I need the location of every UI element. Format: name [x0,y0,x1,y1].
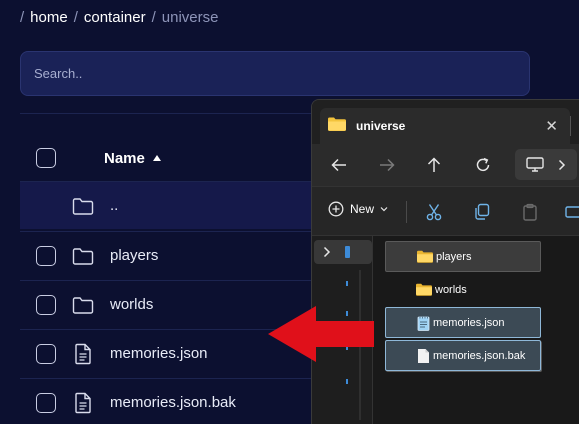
sort-ascending-icon [152,155,161,161]
red-arrow-left-icon [268,306,374,362]
breadcrumb: / home / container / universe [20,7,218,27]
explorer-tab-title: universe [356,119,406,133]
blank-file-icon [417,348,430,364]
explorer-item-worlds[interactable]: worlds [385,274,541,305]
chevron-right-icon[interactable] [558,159,566,171]
row-checkbox[interactable] [36,392,56,413]
explorer-tab-bar: universe ✕ [312,100,579,144]
folder-icon [328,117,346,136]
search-input[interactable] [34,66,529,81]
up-arrow-icon[interactable] [421,152,447,178]
folder-icon [72,245,94,267]
file-name[interactable]: memories.json.bak [110,394,236,411]
folder-icon [416,283,432,296]
cut-icon[interactable] [424,202,444,222]
explorer-item-label: players [436,250,472,263]
chevron-right-icon[interactable] [323,246,331,258]
new-label: New [350,202,375,216]
location-button[interactable] [515,149,577,180]
copy-icon[interactable] [472,202,492,222]
close-icon[interactable]: ✕ [545,117,558,135]
folder-icon [72,294,94,316]
breadcrumb-separator: / [151,8,156,26]
explorer-item-label: memories.json [433,316,505,329]
drive-icon [345,246,350,258]
breadcrumb-home[interactable]: home [30,9,68,26]
select-all-checkbox[interactable] [36,148,56,168]
forward-arrow-icon[interactable] [374,152,400,178]
explorer-tab[interactable]: universe ✕ [320,108,570,144]
paste-icon[interactable] [520,202,540,222]
file-name[interactable]: players [110,247,158,264]
folder-icon [417,250,433,263]
name-column-header[interactable]: Name [104,150,161,167]
new-button[interactable]: New [328,201,388,217]
file-name[interactable]: memories.json [110,345,208,362]
tree-marker [346,281,348,286]
rename-icon[interactable] [564,202,579,222]
name-column-label: Name [104,149,145,167]
row-checkbox[interactable] [36,343,56,364]
explorer-item-players[interactable]: players [385,241,541,272]
row-checkbox[interactable] [36,245,56,266]
folder-icon [72,195,94,217]
refresh-icon[interactable] [470,152,496,178]
tab-separator [570,116,571,136]
explorer-command-bar: New [312,186,579,236]
plus-circle-icon [328,201,344,217]
chevron-down-icon [380,206,388,212]
monitor-icon [526,157,544,172]
explorer-nav-bar [312,144,579,186]
breadcrumb-universe: universe [161,8,219,26]
notepad-file-icon [417,315,430,331]
toolbar-separator [406,201,407,223]
file-icon [72,392,94,414]
search-box[interactable] [20,51,530,96]
row-checkbox[interactable] [36,294,56,315]
breadcrumb-separator: / [73,8,78,26]
back-arrow-icon[interactable] [326,152,352,178]
file-name[interactable]: worlds [110,296,153,313]
breadcrumb-separator: / [20,8,25,26]
file-icon [72,343,94,365]
explorer-item-label: worlds [435,283,467,296]
explorer-item-memories-json[interactable]: memories.json [385,307,541,338]
explorer-item-memories-json-bak[interactable]: memories.json.bak [385,340,541,371]
explorer-item-label: memories.json.bak [433,349,526,362]
file-name[interactable]: .. [110,197,118,214]
tree-marker [346,379,348,384]
breadcrumb-container[interactable]: container [84,9,146,26]
